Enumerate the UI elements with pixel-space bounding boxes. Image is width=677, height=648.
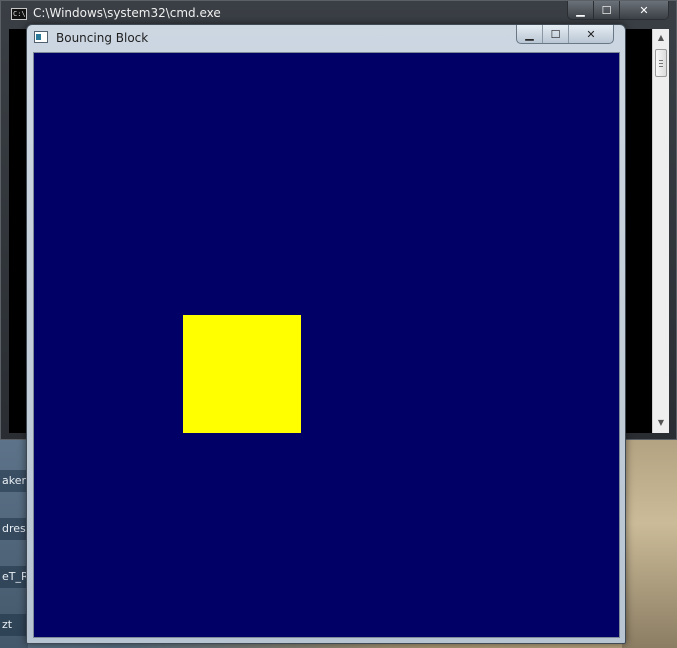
cmd-maximize-button[interactable]: ☐ (594, 1, 620, 19)
taskbar-item[interactable]: aker (0, 470, 28, 492)
taskbar-item[interactable]: zt (0, 614, 28, 636)
bouncing-block-title: Bouncing Block (56, 31, 149, 45)
grip-line (659, 63, 663, 64)
game-canvas[interactable] (33, 52, 620, 638)
bb-maximize-button[interactable]: ☐ (543, 25, 569, 43)
cmd-minimize-button[interactable]: ▁ (568, 1, 594, 19)
maximize-icon: ☐ (550, 27, 561, 41)
bouncing-block (183, 315, 301, 433)
bouncing-block-window[interactable]: Bouncing Block ▁ ☐ ✕ (26, 24, 626, 644)
minimize-icon: ▁ (525, 27, 534, 41)
minimize-icon: ▁ (576, 3, 585, 17)
desktop-wallpaper-area (622, 440, 677, 648)
bouncing-block-caption-buttons: ▁ ☐ ✕ (516, 25, 614, 44)
close-icon: ✕ (639, 3, 649, 17)
taskbar-item[interactable]: eT_R (0, 566, 28, 588)
scroll-down-button[interactable]: ▼ (653, 415, 669, 431)
app-window-icon[interactable] (34, 31, 48, 43)
cmd-caption-buttons: ▁ ☐ ✕ (567, 1, 669, 20)
close-icon: ✕ (586, 27, 596, 41)
cmd-window-title: C:\Windows\system32\cmd.exe (33, 6, 221, 20)
bb-minimize-button[interactable]: ▁ (517, 25, 543, 43)
scroll-up-button[interactable]: ▲ (653, 30, 669, 46)
cmd-scrollbar[interactable]: ▲ ▼ (652, 29, 669, 433)
grip-line (659, 66, 663, 67)
bb-close-button[interactable]: ✕ (569, 25, 613, 43)
console-icon[interactable]: C:\ (11, 8, 27, 20)
cmd-close-button[interactable]: ✕ (620, 1, 668, 19)
maximize-icon: ☐ (601, 3, 612, 17)
scrollbar-thumb[interactable] (655, 49, 667, 77)
taskbar-strip: aker drest eT_R zt (0, 440, 28, 648)
grip-line (659, 60, 663, 61)
taskbar-item[interactable]: drest (0, 518, 28, 540)
